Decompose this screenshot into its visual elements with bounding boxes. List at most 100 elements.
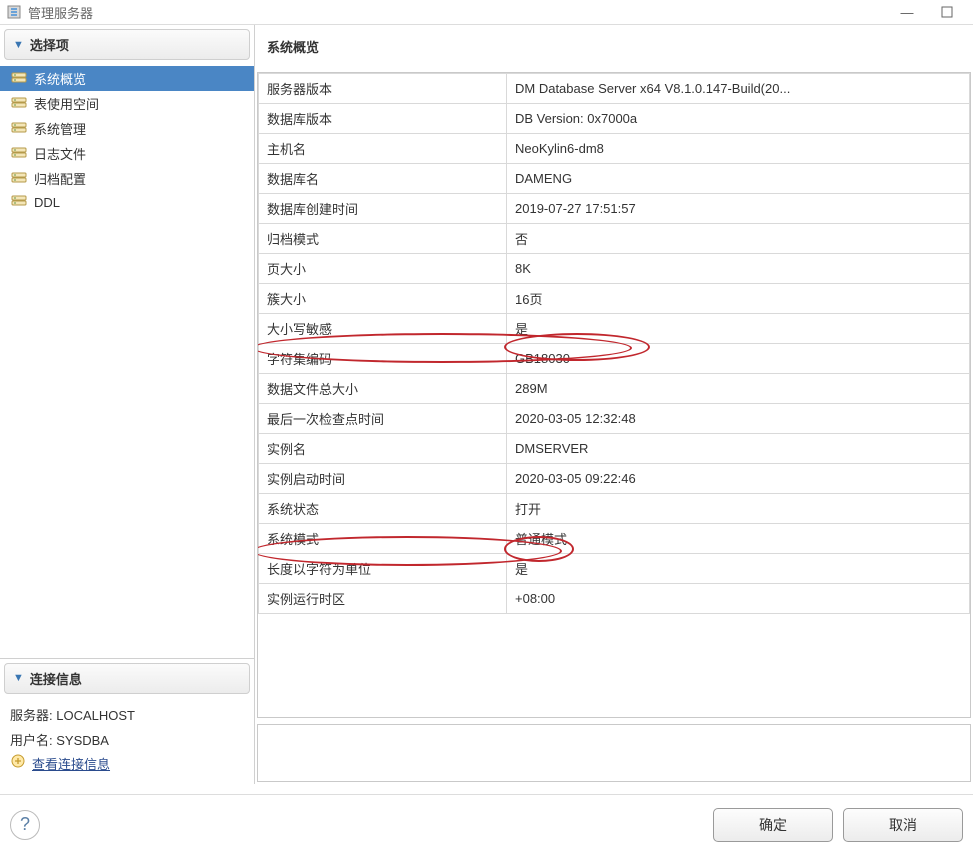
right-panel: 系统概览 服务器版本DM Database Server x64 V8.1.0.… [255, 25, 973, 784]
prop-key: 实例运行时区 [259, 584, 507, 614]
prop-key: 实例名 [259, 434, 507, 464]
prop-value: DB Version: 0x7000a [507, 104, 970, 134]
app-icon [6, 4, 22, 20]
prop-key: 主机名 [259, 134, 507, 164]
select-section-header[interactable]: ▼ 选择项 [4, 29, 250, 60]
prop-key: 归档模式 [259, 224, 507, 254]
prop-key: 系统状态 [259, 494, 507, 524]
chevron-down-icon: ▼ [13, 672, 24, 684]
table-row: 数据库名DAMENG [259, 164, 970, 194]
table-row: 最后一次检查点时间2020-03-05 12:32:48 [259, 404, 970, 434]
prop-key: 长度以字符为单位 [259, 554, 507, 584]
connection-body: 服务器: LOCALHOST 用户名: SYSDBA 查看连接信息 [0, 698, 254, 784]
sidebar-item-5[interactable]: DDL [0, 191, 254, 213]
prop-key: 页大小 [259, 254, 507, 284]
prop-value: 2019-07-27 17:51:57 [507, 194, 970, 224]
connection-server-row: 服务器: LOCALHOST [10, 704, 244, 729]
connection-server-label: 服务器: [10, 708, 56, 723]
table-row: 字符集编码GB18030 [259, 344, 970, 374]
connection-user-label: 用户名: [10, 733, 56, 748]
left-panel: ▼ 选择项 系统概览表使用空间系统管理日志文件归档配置 DDL ▼ 连接信息 服务… [0, 25, 255, 784]
view-connection-link[interactable]: 查看连接信息 [32, 753, 110, 778]
prop-value: 打开 [507, 494, 970, 524]
prop-value: GB18030 [507, 344, 970, 374]
server-icon [10, 71, 28, 87]
table-row: 实例启动时间2020-03-05 09:22:46 [259, 464, 970, 494]
connection-user-row: 用户名: SYSDBA [10, 729, 244, 754]
dialog-footer: ? 确定 取消 [0, 794, 973, 854]
maximize-button[interactable] [927, 3, 967, 21]
help-button[interactable]: ? [10, 810, 40, 840]
prop-key: 服务器版本 [259, 74, 507, 104]
table-row: 数据文件总大小289M [259, 374, 970, 404]
table-row: 数据库版本DB Version: 0x7000a [259, 104, 970, 134]
server-icon [10, 194, 28, 210]
link-icon [10, 753, 26, 778]
window-title: 管理服务器 [28, 3, 93, 22]
connection-user-value: SYSDBA [56, 733, 109, 748]
table-row: 数据库创建时间2019-07-27 17:51:57 [259, 194, 970, 224]
sidebar-item-2[interactable]: 系统管理 [0, 116, 254, 141]
select-section-title: 选择项 [30, 35, 69, 54]
titlebar: 管理服务器 ― [0, 0, 973, 24]
prop-key: 大小写敏感 [259, 314, 507, 344]
table-row: 大小写敏感是 [259, 314, 970, 344]
prop-key: 簇大小 [259, 284, 507, 314]
sidebar-item-4[interactable]: 归档配置 [0, 166, 254, 191]
table-row: 实例名DMSERVER [259, 434, 970, 464]
prop-key: 字符集编码 [259, 344, 507, 374]
sidebar-item-1[interactable]: 表使用空间 [0, 91, 254, 116]
server-icon [10, 121, 28, 137]
connection-section-title: 连接信息 [30, 669, 82, 688]
properties-table: 服务器版本DM Database Server x64 V8.1.0.147-B… [258, 73, 970, 614]
server-icon [10, 96, 28, 112]
table-row: 主机名NeoKylin6-dm8 [259, 134, 970, 164]
prop-value: 普通模式 [507, 524, 970, 554]
prop-key: 数据文件总大小 [259, 374, 507, 404]
prop-key: 最后一次检查点时间 [259, 404, 507, 434]
sidebar-item-label: 归档配置 [34, 169, 86, 188]
prop-value: 2020-03-05 09:22:46 [507, 464, 970, 494]
prop-value: 是 [507, 314, 970, 344]
table-row: 簇大小16页 [259, 284, 970, 314]
properties-table-wrap: 服务器版本DM Database Server x64 V8.1.0.147-B… [257, 72, 971, 718]
server-icon [10, 171, 28, 187]
prop-key: 数据库名 [259, 164, 507, 194]
minimize-button[interactable]: ― [887, 3, 927, 21]
connection-section-header[interactable]: ▼ 连接信息 [4, 663, 250, 694]
sidebar-item-label: 日志文件 [34, 144, 86, 163]
prop-value: 2020-03-05 12:32:48 [507, 404, 970, 434]
prop-key: 系统模式 [259, 524, 507, 554]
sidebar-item-3[interactable]: 日志文件 [0, 141, 254, 166]
chevron-down-icon: ▼ [13, 39, 24, 51]
prop-key: 数据库版本 [259, 104, 507, 134]
server-icon [10, 146, 28, 162]
prop-value: 否 [507, 224, 970, 254]
ok-button[interactable]: 确定 [713, 808, 833, 842]
page-title: 系统概览 [257, 31, 973, 72]
cancel-button[interactable]: 取消 [843, 808, 963, 842]
table-row: 页大小8K [259, 254, 970, 284]
sidebar-item-label: 系统概览 [34, 69, 86, 88]
table-row: 服务器版本DM Database Server x64 V8.1.0.147-B… [259, 74, 970, 104]
prop-value: 289M [507, 374, 970, 404]
sidebar-item-label: DDL [34, 195, 60, 210]
prop-value: 16页 [507, 284, 970, 314]
sidebar-item-label: 系统管理 [34, 119, 86, 138]
table-row: 实例运行时区+08:00 [259, 584, 970, 614]
sidebar-item-label: 表使用空间 [34, 94, 99, 113]
prop-value: DM Database Server x64 V8.1.0.147-Build(… [507, 74, 970, 104]
table-row: 归档模式否 [259, 224, 970, 254]
prop-value: DAMENG [507, 164, 970, 194]
connection-server-value: LOCALHOST [56, 708, 135, 723]
prop-value: +08:00 [507, 584, 970, 614]
prop-key: 实例启动时间 [259, 464, 507, 494]
prop-key: 数据库创建时间 [259, 194, 507, 224]
description-area[interactable] [257, 724, 971, 782]
prop-value: NeoKylin6-dm8 [507, 134, 970, 164]
prop-value: DMSERVER [507, 434, 970, 464]
prop-value: 8K [507, 254, 970, 284]
sidebar-item-0[interactable]: 系统概览 [0, 66, 254, 91]
sidebar-tree: 系统概览表使用空间系统管理日志文件归档配置 DDL [0, 64, 254, 658]
table-row: 长度以字符为单位是 [259, 554, 970, 584]
